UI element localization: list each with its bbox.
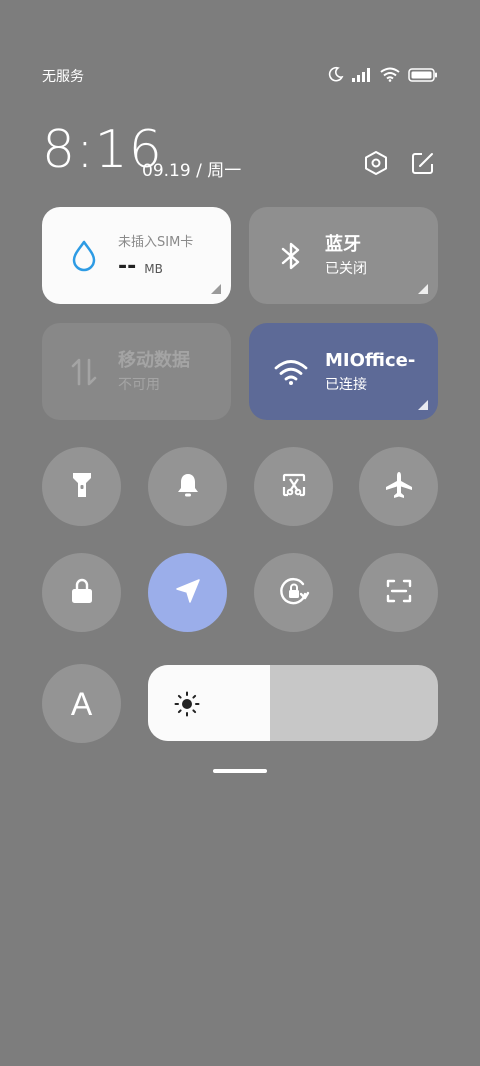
expand-corner-icon	[418, 400, 428, 410]
settings-icon[interactable]	[361, 148, 391, 178]
signal-icon	[352, 67, 372, 86]
font-size-button[interactable]: A	[42, 664, 121, 743]
mobile-data-title: 移动数据	[118, 349, 190, 371]
brightness-slider[interactable]	[148, 665, 438, 741]
expand-corner-icon	[418, 284, 428, 294]
data-arrows-icon	[66, 354, 102, 390]
brightness-sun-icon	[174, 691, 200, 717]
mute-toggle[interactable]	[148, 447, 227, 526]
water-drop-icon	[66, 238, 102, 274]
flashlight-icon	[69, 470, 95, 504]
bell-icon	[175, 471, 201, 503]
wifi-status: 已连接	[325, 376, 367, 393]
carrier-status: 无服务	[42, 69, 84, 85]
screenshot-toggle[interactable]	[254, 447, 333, 526]
rotation-lock-icon	[277, 574, 311, 612]
data-usage-unit: MB	[144, 261, 163, 276]
scan-icon	[385, 577, 413, 609]
rotation-lock-toggle[interactable]	[254, 553, 333, 632]
lock-icon	[69, 577, 95, 609]
airplane-icon	[384, 470, 414, 504]
airplane-toggle[interactable]	[359, 447, 438, 526]
wifi-tile[interactable]: MIOffice- 已连接	[249, 323, 438, 420]
expand-corner-icon	[211, 284, 221, 294]
mobile-data-status: 不可用	[118, 376, 160, 393]
sim-status: 未插入SIM卡	[118, 234, 194, 250]
edit-icon[interactable]	[408, 148, 438, 178]
drag-handle[interactable]	[213, 769, 267, 773]
location-icon	[174, 577, 202, 609]
data-usage-tile[interactable]: 未插入SIM卡 -- MB	[42, 207, 231, 304]
bluetooth-status: 已关闭	[325, 260, 367, 277]
mobile-data-tile[interactable]: 移动数据 不可用	[42, 323, 231, 420]
scanner-toggle[interactable]	[359, 553, 438, 632]
bluetooth-icon	[273, 238, 309, 274]
font-size-label: A	[70, 685, 93, 722]
battery-icon	[408, 67, 438, 86]
clock-date: 09.19 / 周一	[142, 161, 242, 181]
wifi-icon	[273, 354, 309, 390]
location-toggle[interactable]	[148, 553, 227, 632]
bluetooth-title: 蓝牙	[325, 233, 361, 255]
data-usage-value: --	[118, 253, 137, 279]
lock-screen-toggle[interactable]	[42, 553, 121, 632]
brightness-level-fill	[148, 665, 270, 741]
status-icons	[328, 66, 438, 86]
wifi-network-name: MIOffice-	[325, 349, 416, 371]
flashlight-toggle[interactable]	[42, 447, 121, 526]
bluetooth-tile[interactable]: 蓝牙 已关闭	[249, 207, 438, 304]
screenshot-icon	[280, 471, 308, 503]
wifi-status-icon	[380, 67, 400, 86]
moon-icon	[328, 66, 344, 86]
